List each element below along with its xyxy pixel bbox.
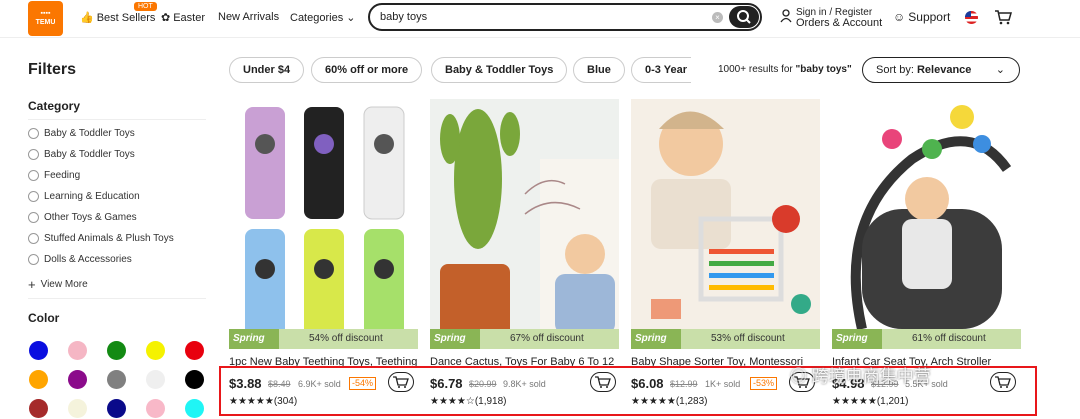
clear-icon[interactable]: × — [712, 12, 723, 23]
top-header: ▪▪▪▪ TEMU 👍 Best Sellers HOT ✿ Easter New A… — [0, 0, 1080, 38]
chip-0-3-year[interactable]: 0-3 Year — [631, 57, 691, 83]
chip-blue[interactable]: Blue — [573, 57, 625, 83]
easter-link[interactable]: ✿ Easter — [161, 11, 205, 25]
search-input[interactable] — [380, 9, 700, 25]
color-swatch-brown[interactable] — [29, 399, 48, 418]
color-swatch-light-pink[interactable] — [146, 399, 165, 418]
color-title: Color — [28, 311, 60, 325]
product-card[interactable]: Spring Deal67% off discount — [430, 99, 619, 349]
thumbs-up-icon: 👍 — [80, 12, 94, 24]
radio-icon — [28, 149, 39, 160]
filters-title: Filters — [28, 61, 77, 78]
results-count: 1000+ results for "baby toys" — [718, 64, 852, 75]
product-image-teething-remotes — [229, 99, 418, 349]
category-item[interactable]: Learning & Education — [28, 191, 140, 202]
color-swatch-navy[interactable] — [107, 399, 126, 418]
search-button[interactable] — [729, 6, 759, 28]
product-image-car-seat-toy — [832, 99, 1021, 349]
color-swatch-pink[interactable] — [68, 341, 87, 360]
best-sellers-link[interactable]: 👍 Best Sellers — [80, 11, 155, 25]
chat-icon: ☺ — [893, 10, 906, 24]
product-card[interactable]: Spring Deal53% off discount — [631, 99, 820, 349]
category-item[interactable]: Other Toys & Games — [28, 212, 137, 223]
temu-logo[interactable]: ▪▪▪▪ TEMU — [28, 1, 63, 36]
category-title: Category — [28, 99, 81, 113]
radio-icon — [28, 128, 39, 139]
us-flag-icon[interactable] — [965, 11, 978, 24]
new-arrivals-link[interactable]: New Arrivals — [218, 11, 279, 23]
category-item[interactable]: Stuffed Animals & Plush Toys — [28, 233, 174, 244]
radio-icon — [28, 233, 39, 244]
spring-deal-banner: Spring Deal67% off discount — [430, 329, 619, 349]
product-card[interactable]: Spring Deal61% off discount — [832, 99, 1021, 349]
chip-under-4[interactable]: Under $4 — [229, 57, 305, 83]
color-swatch-orange[interactable] — [29, 370, 48, 389]
egg-icon: ✿ — [161, 12, 171, 24]
search-bar: × — [368, 3, 762, 31]
category-item[interactable]: Baby & Toddler Toys — [28, 149, 135, 160]
radio-icon — [28, 191, 39, 202]
color-swatch-cyan[interactable] — [185, 399, 204, 418]
color-swatch-red[interactable] — [185, 341, 204, 360]
color-swatch-beige[interactable] — [68, 399, 87, 418]
chip-baby-toddler[interactable]: Baby & Toddler Toys — [431, 57, 568, 83]
account-link[interactable]: Sign in / Register Orders & Account — [796, 7, 882, 29]
product-card[interactable]: Spring Deal54% off discount — [229, 99, 418, 349]
category-item[interactable]: Dolls & Accessories — [28, 254, 132, 265]
product-image-dancing-cactus — [430, 99, 619, 349]
color-swatch-purple[interactable] — [68, 370, 87, 389]
category-item[interactable]: Baby & Toddler Toys — [28, 128, 135, 139]
color-swatch-gray[interactable] — [107, 370, 126, 389]
radio-icon — [28, 170, 39, 181]
wechat-icon: ◎ — [790, 367, 812, 386]
color-swatch-white[interactable] — [146, 370, 165, 389]
plus-icon: + — [28, 277, 36, 292]
categories-menu[interactable]: Categories ⌄ — [290, 11, 356, 25]
color-swatch-green[interactable] — [107, 341, 126, 360]
chevron-down-icon: ⌄ — [995, 64, 1005, 76]
view-more-link[interactable]: + View More — [28, 277, 88, 292]
chip-60-off[interactable]: 60% off or more — [311, 57, 423, 83]
radio-icon — [28, 254, 39, 265]
color-swatch-yellow[interactable] — [146, 341, 165, 360]
radio-icon — [28, 212, 39, 223]
color-swatch-blue[interactable] — [29, 341, 48, 360]
user-icon — [780, 9, 792, 23]
spring-deal-banner: Spring Deal54% off discount — [229, 329, 418, 349]
chevron-down-icon: ⌄ — [346, 12, 356, 24]
search-icon — [737, 10, 751, 24]
cart-icon[interactable] — [994, 9, 1012, 25]
color-swatch-black[interactable] — [185, 370, 204, 389]
product-image-shape-sorter — [631, 99, 820, 349]
support-link[interactable]: ☺ Support — [893, 10, 950, 24]
spring-deal-banner: Spring Deal61% off discount — [832, 329, 1021, 349]
category-item[interactable]: Feeding — [28, 170, 80, 181]
sort-dropdown[interactable]: Sort by: Relevance ⌄ — [862, 57, 1020, 83]
spring-deal-banner: Spring Deal53% off discount — [631, 329, 820, 349]
watermark: ◎ 跨境电商集中营 — [790, 367, 931, 386]
hot-badge: HOT — [134, 2, 157, 11]
